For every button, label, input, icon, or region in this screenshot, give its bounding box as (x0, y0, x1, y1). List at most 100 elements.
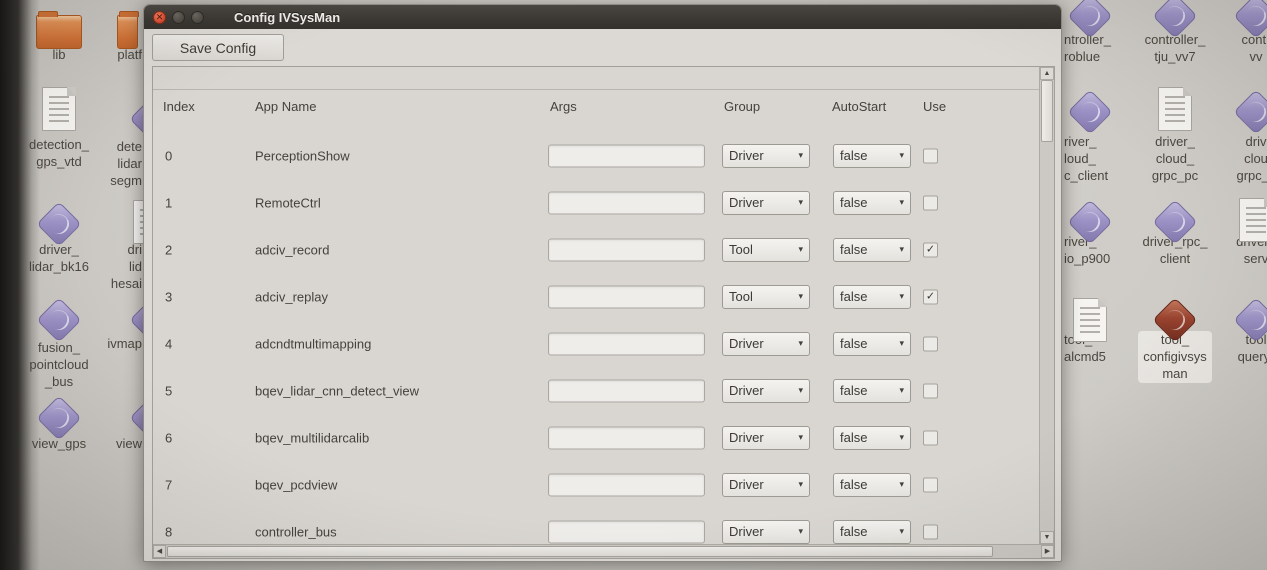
autostart-select-value: false (840, 524, 867, 539)
chevron-down-icon: ▾ (899, 291, 904, 302)
group-select-value: Driver (729, 148, 764, 163)
desktop-icon[interactable]: contrvv (1196, 0, 1267, 65)
vertical-scrollbar[interactable]: ▲ ▼ (1039, 67, 1054, 544)
desktop-icon[interactable]: drilidhesai (22, 198, 142, 292)
row-index: 3 (165, 289, 172, 304)
desktop-icon[interactable]: view (22, 394, 142, 452)
group-select[interactable]: Driver ▾ (722, 379, 810, 403)
desktop-icon[interactable]: toolqueryr (1196, 296, 1267, 365)
row-index: 8 (165, 524, 172, 539)
autostart-select[interactable]: false ▾ (833, 238, 911, 262)
row-app-name: RemoteCtrl (255, 195, 321, 210)
group-select-value: Driver (729, 336, 764, 351)
row-index: 1 (165, 195, 172, 210)
horizontal-scrollbar-thumb[interactable] (167, 546, 993, 557)
autostart-select[interactable]: false ▾ (833, 473, 911, 497)
group-select[interactable]: Driver ▾ (722, 332, 810, 356)
args-input[interactable] (548, 426, 705, 449)
row-index: 2 (165, 242, 172, 257)
desktop-icon[interactable]: platf (22, 8, 142, 63)
args-input[interactable] (548, 144, 705, 167)
chevron-down-icon: ▾ (798, 244, 803, 255)
group-select-value: Driver (729, 524, 764, 539)
group-select-value: Driver (729, 383, 764, 398)
group-select[interactable]: Driver ▾ (722, 473, 810, 497)
window-title: Config IVSysMan (234, 10, 340, 25)
row-app-name: bqev_pcdview (255, 477, 337, 492)
args-input[interactable] (548, 332, 705, 355)
row-app-name: adciv_replay (255, 289, 328, 304)
table-row: 2 adciv_record Tool ▾ false ▾ ✓ (153, 226, 1039, 273)
chevron-down-icon: ▾ (798, 432, 803, 443)
scroll-right-icon[interactable]: ▶ (1041, 545, 1054, 558)
autostart-select-value: false (840, 242, 867, 257)
chevron-down-icon: ▾ (798, 479, 803, 490)
use-checkbox[interactable] (923, 148, 938, 163)
group-select-value: Tool (729, 289, 753, 304)
column-header-autostart: AutoStart (832, 99, 886, 114)
close-icon[interactable]: ✕ (153, 11, 166, 24)
autostart-select[interactable]: false ▾ (833, 191, 911, 215)
args-input[interactable] (548, 238, 705, 261)
autostart-select[interactable]: false ▾ (833, 426, 911, 450)
use-checkbox[interactable]: ✓ (923, 242, 938, 257)
autostart-select-value: false (840, 289, 867, 304)
autostart-select[interactable]: false ▾ (833, 332, 911, 356)
group-select[interactable]: Driver ▾ (722, 144, 810, 168)
group-select-value: Driver (729, 195, 764, 210)
row-app-name: bqev_lidar_cnn_detect_view (255, 383, 419, 398)
args-input[interactable] (548, 191, 705, 214)
use-checkbox[interactable]: ✓ (923, 289, 938, 304)
args-input[interactable] (548, 520, 705, 543)
group-select[interactable]: Driver ▾ (722, 426, 810, 450)
args-input[interactable] (548, 285, 705, 308)
group-select[interactable]: Tool ▾ (722, 238, 810, 262)
app-diamond-icon (1067, 89, 1112, 134)
desktop-icon-label: drivclougrpc_s (1196, 133, 1267, 184)
column-header-group: Group (724, 99, 760, 114)
row-app-name: controller_bus (255, 524, 337, 539)
use-checkbox[interactable] (923, 195, 938, 210)
group-select[interactable]: Tool ▾ (722, 285, 810, 309)
chevron-down-icon: ▾ (798, 197, 803, 208)
scroll-up-icon[interactable]: ▲ (1040, 67, 1054, 80)
use-checkbox[interactable] (923, 524, 938, 539)
horizontal-scrollbar[interactable]: ◀ ▶ (153, 544, 1054, 558)
args-input[interactable] (548, 379, 705, 402)
autostart-select-value: false (840, 148, 867, 163)
use-checkbox[interactable] (923, 430, 938, 445)
chevron-down-icon: ▾ (899, 479, 904, 490)
use-checkbox[interactable] (923, 477, 938, 492)
desktop-icon[interactable]: driver_serv (1196, 196, 1267, 267)
group-select[interactable]: Driver ▾ (722, 520, 810, 544)
save-config-button[interactable]: Save Config (152, 34, 284, 61)
group-select-value: Driver (729, 477, 764, 492)
group-select[interactable]: Driver ▾ (722, 191, 810, 215)
use-checkbox[interactable] (923, 336, 938, 351)
autostart-select[interactable]: false ▾ (833, 285, 911, 309)
desktop-icon[interactable]: drivclougrpc_s (1196, 88, 1267, 184)
use-checkbox[interactable] (923, 383, 938, 398)
chevron-down-icon: ▾ (899, 385, 904, 396)
desktop-icon[interactable]: ivmap (22, 296, 142, 352)
window-titlebar[interactable]: ✕ Config IVSysMan (144, 5, 1061, 29)
autostart-select[interactable]: false ▾ (833, 520, 911, 544)
autostart-select[interactable]: false ▾ (833, 144, 911, 168)
desktop-icon[interactable]: detelidarsegm (22, 95, 142, 189)
maximize-icon[interactable] (191, 11, 204, 24)
desktop-icon-label: drilidhesai (22, 241, 142, 292)
document-icon (1158, 87, 1192, 131)
scroll-left-icon[interactable]: ◀ (153, 545, 166, 558)
autostart-select-value: false (840, 477, 867, 492)
table-row: 1 RemoteCtrl Driver ▾ false ▾ (153, 179, 1039, 226)
vertical-scrollbar-thumb[interactable] (1041, 80, 1053, 142)
scroll-down-icon[interactable]: ▼ (1040, 531, 1054, 544)
table-top-divider (153, 89, 1039, 90)
args-input[interactable] (548, 473, 705, 496)
row-index: 0 (165, 148, 172, 163)
autostart-select[interactable]: false ▾ (833, 379, 911, 403)
autostart-select-value: false (840, 430, 867, 445)
autostart-select-value: false (840, 383, 867, 398)
minimize-icon[interactable] (172, 11, 185, 24)
table-row: 3 adciv_replay Tool ▾ false ▾ ✓ (153, 273, 1039, 320)
